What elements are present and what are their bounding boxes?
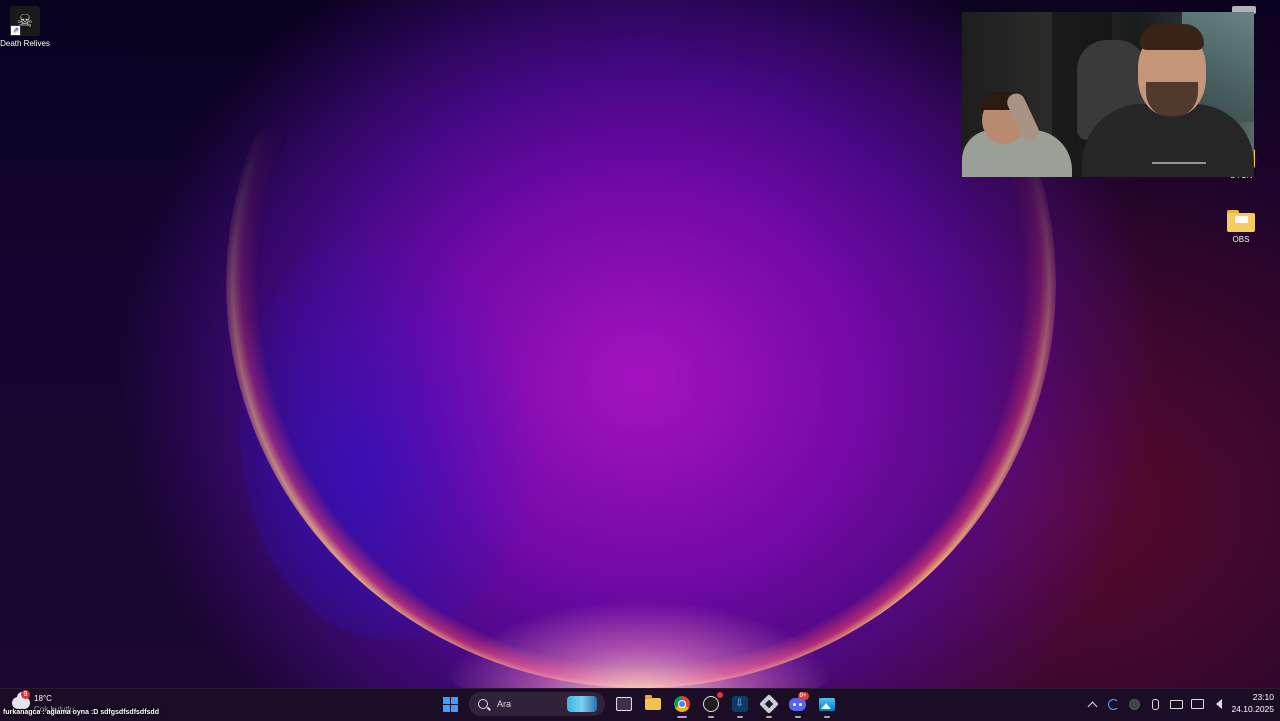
network-button[interactable] [1190, 696, 1206, 712]
search-placeholder: Ara [497, 699, 512, 709]
chevron-up-icon [1087, 701, 1098, 711]
keyboard-icon [1170, 699, 1183, 709]
keyboard-button[interactable] [1169, 696, 1185, 712]
search-highlight-icon [567, 696, 597, 712]
running-indicator [736, 716, 743, 718]
chrome-icon [673, 696, 690, 712]
taskbar-apps: Ara ⇩ 9+ [436, 692, 841, 718]
app-tray-icon [1129, 698, 1140, 710]
taskbar-clock[interactable]: 23:10 24.10.2025 [1218, 691, 1274, 715]
file-explorer-icon [644, 695, 661, 710]
running-indicator [823, 716, 830, 718]
shortcut-arrow-icon: ↗ [10, 25, 21, 36]
network-icon [1191, 699, 1204, 709]
desktop-icon-death-relives[interactable]: ☠ ↗ Death Relives [0, 6, 50, 48]
running-indicator [707, 716, 714, 718]
weather-badge: 9 [21, 690, 30, 699]
weather-temp: 18°C [34, 694, 52, 703]
app-tray-button[interactable] [1127, 696, 1143, 712]
running-indicator [794, 716, 801, 718]
desktop-icon-label: Death Relives [0, 39, 50, 48]
sync-tray-button[interactable] [1106, 696, 1122, 712]
running-indicator [676, 716, 687, 718]
microphone-icon [1152, 698, 1159, 710]
app-icon [758, 694, 779, 714]
running-indicator [765, 716, 772, 718]
skull-icon: ☠ ↗ [10, 6, 40, 36]
show-hidden-icons-button[interactable] [1085, 696, 1101, 712]
file-explorer-button[interactable] [641, 692, 665, 716]
clock-time: 23:10 [1252, 692, 1274, 702]
start-button[interactable] [439, 692, 463, 716]
discord-button[interactable]: 9+ [786, 692, 810, 718]
task-view-icon [615, 697, 632, 711]
system-tray [1082, 688, 1229, 720]
app-icon: ⇩ [731, 696, 748, 712]
recording-dot-icon [716, 692, 723, 698]
obs-button[interactable] [699, 692, 723, 718]
desktop-icon-obs[interactable]: OBS [1222, 210, 1260, 244]
task-view-button[interactable] [612, 692, 636, 716]
sync-icon [1108, 698, 1119, 710]
obs-icon [702, 696, 719, 712]
clock-date: 24.10.2025 [1231, 704, 1274, 714]
microphone-button[interactable] [1148, 696, 1164, 712]
stream-chat-overlay: furkanagca : ağlama oyna :D sdfgsdfsdfsd… [3, 709, 159, 716]
app-button-1[interactable]: ⇩ [728, 692, 752, 718]
taskbar-search[interactable]: Ara [469, 692, 605, 716]
folder-icon [1227, 210, 1255, 232]
cloud-icon [12, 692, 30, 709]
desktop-wallpaper: ☠↗ Death Relives OYUN OBS [0, 0, 1280, 688]
discord-badge: 9+ [797, 692, 809, 700]
search-icon [478, 699, 488, 709]
chrome-button[interactable] [670, 692, 694, 718]
photos-icon [818, 697, 835, 711]
photos-button[interactable] [815, 692, 839, 718]
app-button-2[interactable] [757, 692, 781, 718]
windows-logo-icon [443, 696, 458, 712]
webcam-overlay [962, 12, 1254, 177]
desktop-icon-label: OBS [1232, 235, 1250, 244]
